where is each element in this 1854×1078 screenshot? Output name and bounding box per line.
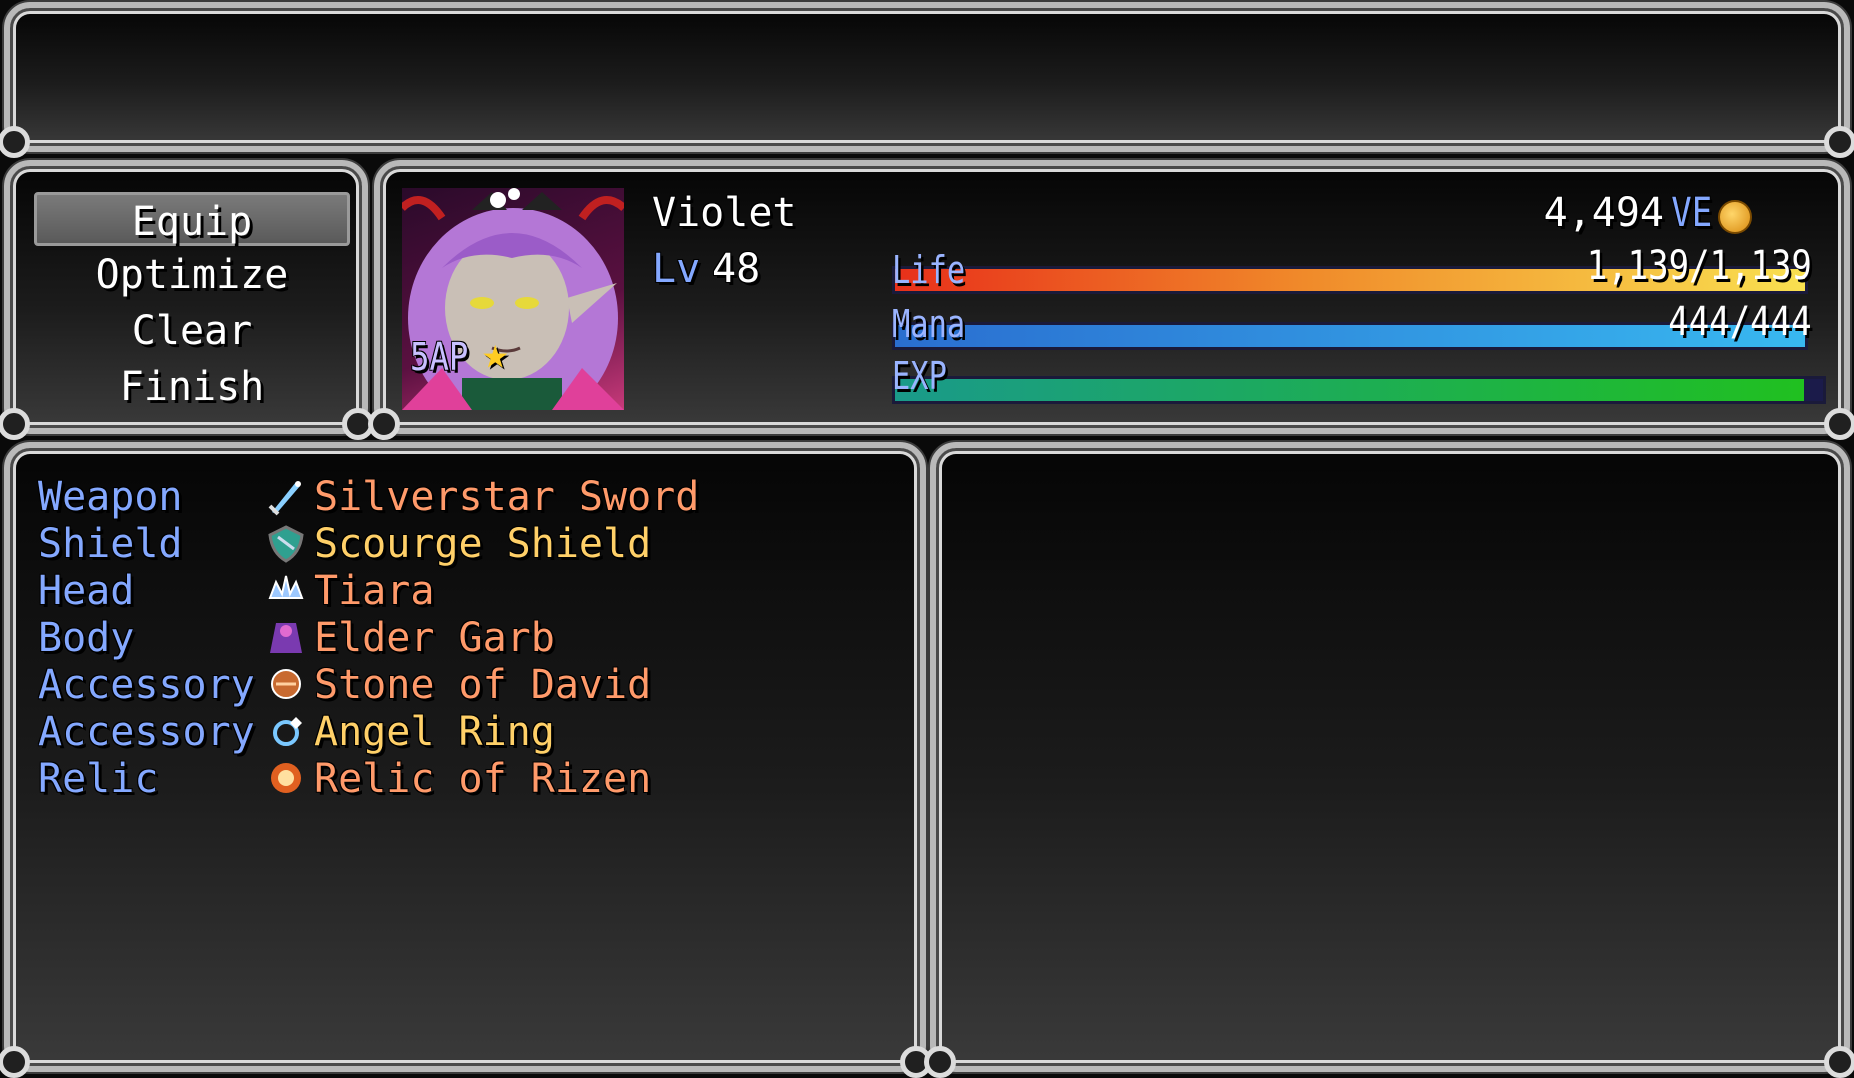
equip-slot-row[interactable]: Shield Scourge Shield [30, 517, 900, 567]
life-value: 1,139/1,139 [1586, 243, 1812, 289]
item-name: Silverstar Sword [314, 474, 700, 520]
level-value: 48 [712, 246, 761, 292]
ring-icon [273, 717, 302, 746]
exp-label: EXP [892, 354, 947, 398]
equip-slot-row[interactable]: Body Elder Garb [30, 611, 900, 661]
exp-gauge [892, 376, 1826, 404]
relic-icon [271, 763, 301, 793]
actor-portrait: 5AP ★ [402, 188, 624, 410]
mana-label: Mana [892, 302, 966, 346]
actor-name: Violet [652, 190, 797, 236]
life-label: Life [892, 248, 966, 292]
ap-badge: 5AP [410, 335, 469, 379]
item-name: Relic of Rizen [314, 756, 652, 802]
tiara-icon [268, 575, 304, 599]
help-window [0, 2, 1854, 158]
sword-icon [268, 481, 301, 516]
equip-slot-row[interactable]: Relic Relic of Rizen [30, 752, 900, 802]
exp-gauge-fill [895, 379, 1805, 401]
command-finish[interactable]: Finish [34, 360, 350, 414]
slot-label: Accessory [38, 709, 255, 755]
slot-label: Accessory [38, 662, 255, 708]
command-optimize[interactable]: Optimize [34, 248, 350, 302]
command-clear[interactable]: Clear [34, 304, 350, 358]
currency-amount: 4,494 [1543, 190, 1664, 236]
equipment-slot-window: Weapon Silverstar Sword Shield Scourge Shie… [0, 442, 932, 1078]
item-name: Elder Garb [314, 615, 555, 661]
garb-icon [270, 623, 302, 653]
status-window: 5AP ★ Violet Lv 48 4,494 VE Life 1,139/1… [368, 160, 1854, 440]
equip-slot-row[interactable]: Head Tiara [30, 564, 900, 614]
coin-icon [1718, 200, 1752, 234]
mana-value: 444/444 [1668, 299, 1812, 345]
item-name: Stone of David [314, 662, 652, 708]
slot-label: Head [38, 568, 135, 614]
equip-slot-row[interactable]: Weapon Silverstar Sword [30, 470, 900, 520]
item-name: Tiara [314, 568, 435, 614]
slot-label: Relic [38, 756, 159, 802]
command-equip[interactable]: Equip [34, 192, 350, 246]
equip-slot-row[interactable]: Accessory Angel Ring [30, 705, 900, 755]
slot-label: Weapon [38, 474, 183, 520]
stone-icon [271, 669, 301, 699]
star-icon: ★ [482, 328, 509, 379]
currency-unit: VE [1671, 190, 1712, 236]
detail-window [924, 442, 1854, 1078]
level-label: Lv [652, 246, 701, 292]
item-name: Scourge Shield [314, 521, 652, 567]
item-name: Angel Ring [314, 709, 555, 755]
slot-label: Shield [38, 521, 183, 567]
equip-slot-row[interactable]: Accessory Stone of David [30, 658, 900, 708]
command-window: Equip Optimize Clear Finish [0, 160, 374, 440]
shield-icon [268, 525, 304, 563]
slot-label: Body [38, 615, 135, 661]
